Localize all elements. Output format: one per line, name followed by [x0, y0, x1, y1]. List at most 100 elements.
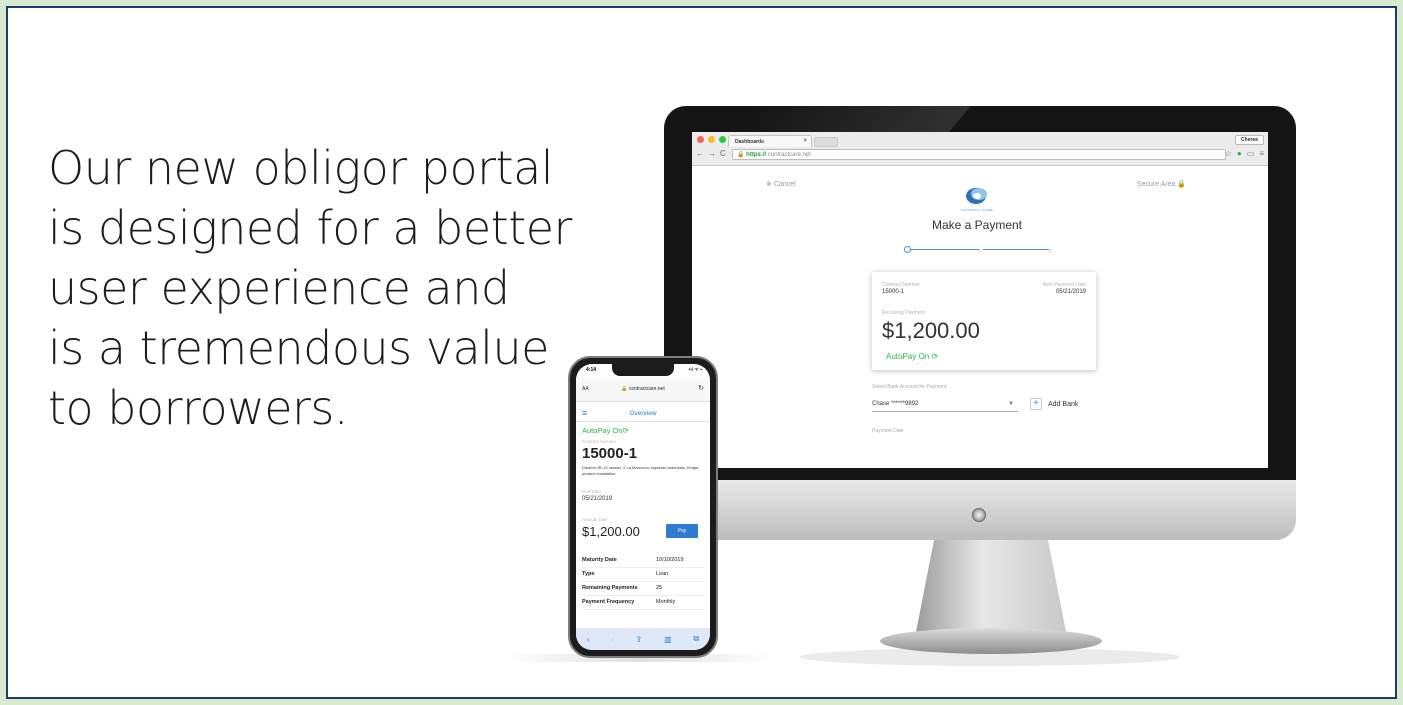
monitor-base	[880, 628, 1102, 654]
pay-button[interactable]: Pay	[666, 524, 698, 538]
due-date-value: 05/21/2019	[582, 496, 613, 502]
step-3: 3	[1049, 248, 1052, 253]
monitor-logo-icon	[972, 508, 986, 522]
back-icon[interactable]: ←	[696, 149, 704, 158]
mobile-autopay-status[interactable]: AutoPay On⟳	[582, 426, 629, 435]
cast-icon[interactable]: ▭	[1247, 149, 1255, 158]
page-title: Make a Payment	[931, 218, 1023, 232]
status-time: 4:14	[586, 367, 597, 373]
recurring-label: Recurring Payment	[882, 310, 925, 316]
reload-icon[interactable]: ↻	[698, 384, 704, 392]
payment-date-label: Payment Date	[872, 428, 904, 434]
autopay-cycle-icon: ⟳	[622, 426, 629, 435]
chevron-down-icon: ▼	[1008, 401, 1014, 407]
cancel-link[interactable]: ⊗ Cancel	[766, 180, 796, 188]
headline: Our new obligor portal is designed for a…	[48, 138, 608, 438]
autopay-status[interactable]: AutoPay On ⟳	[886, 352, 938, 361]
browser-tab[interactable]: Dashboards ×	[728, 135, 812, 147]
add-bank-label: Add Bank	[1048, 400, 1079, 408]
address-bar[interactable]: 🔒 https:// contractcare.net	[732, 149, 1226, 160]
tab-title: Dashboards	[735, 139, 764, 145]
step-2: 2	[978, 248, 981, 253]
mobile-phone: 4:14 •ıl ᯤ ▪ AA 🔒 contractcare.net ↻ ≡ O…	[568, 356, 718, 658]
menu-icon[interactable]: ≡	[1259, 149, 1264, 158]
mobile-contract-value: 15000-1	[582, 445, 638, 462]
mobile-browser-bar: AA 🔒 contractcare.net ↻	[576, 378, 710, 402]
tab-close-icon[interactable]: ×	[803, 138, 807, 144]
maximize-window-icon[interactable]	[719, 136, 726, 143]
amount-due-value: $1,200.00	[582, 524, 640, 539]
detail-value: Monthly	[656, 599, 676, 605]
cancel-label: Cancel	[773, 181, 796, 188]
text-size-button[interactable]: AA	[582, 386, 589, 392]
contract-description: Diedrich IR-12 roaster, 2 La Marzocco es…	[582, 465, 700, 476]
next-payment-value: 05/21/2019	[1055, 289, 1086, 295]
detail-key: Payment Frequency	[582, 599, 635, 605]
next-payment-label: Next Payment Date	[1042, 282, 1086, 288]
browser-nav: ← → C	[696, 149, 726, 158]
forward-icon[interactable]: →	[708, 149, 716, 158]
mobile-address-bar[interactable]: 🔒 contractcare.net	[606, 386, 680, 392]
secure-label: Secure Area	[1136, 181, 1176, 188]
progress-stepper: 2 3	[904, 246, 1054, 254]
due-date-label: Due Date	[582, 489, 602, 494]
minimize-window-icon[interactable]	[708, 136, 715, 143]
detail-row: Maturity Date 10/10/2019	[582, 554, 704, 568]
detail-row: Payment Frequency Monthly	[582, 596, 704, 610]
new-tab-button[interactable]	[814, 137, 838, 147]
detail-key: Remaining Payments	[582, 585, 638, 591]
detail-value: 10/10/2019	[656, 557, 684, 563]
headline-line: Our new obligor portal	[48, 141, 554, 195]
lock-icon: 🔒	[737, 152, 745, 158]
url-scheme: https://	[746, 152, 767, 158]
detail-row: Type Loan	[582, 568, 704, 582]
headline-line: is a tremendous value	[48, 321, 549, 375]
detail-row: Remaining Payments 25	[582, 582, 704, 596]
cancel-icon: ⊗	[766, 181, 772, 188]
mobile-page-title: Overview	[629, 410, 657, 417]
contract-details: Maturity Date 10/10/2019 Type Loan Remaini…	[582, 554, 704, 610]
brand-logo-icon	[966, 188, 987, 204]
amount-due-label: Amount Due	[582, 517, 608, 522]
profile-button[interactable]: Cheree	[1235, 135, 1264, 145]
extension-icon[interactable]: ●	[1237, 149, 1242, 158]
url-host: contractcare.net	[767, 152, 811, 158]
mobile-contract-label: Contract Number	[582, 439, 617, 444]
step-1-active	[904, 246, 911, 253]
payment-card: Contract Number 15000-1 Next Payment Dat…	[872, 272, 1096, 370]
contract-label: Contract Number	[882, 282, 921, 288]
mobile-url: contractcare.net	[628, 386, 665, 392]
star-icon[interactable]: ☆	[1225, 149, 1232, 158]
phone-screen: 4:14 •ıl ᯤ ▪ AA 🔒 contractcare.net ↻ ≡ O…	[576, 364, 710, 650]
recurring-amount: $1,200.00	[882, 318, 980, 343]
detail-key: Type	[582, 571, 595, 577]
secure-area: Secure Area 🔒	[1137, 180, 1186, 188]
back-icon[interactable]: ‹	[587, 635, 590, 644]
plus-icon: +	[1030, 398, 1042, 410]
reload-icon[interactable]: C	[720, 149, 726, 158]
bookmarks-icon[interactable]: ▥	[664, 635, 672, 644]
detail-key: Maturity Date	[582, 557, 617, 563]
brand-name: CONTRACT CARE	[960, 208, 994, 212]
window-controls	[697, 136, 726, 143]
mobile-toolbar: ‹ › ⇪ ▥ ⧉	[576, 628, 710, 650]
desktop-monitor: Dashboards × Cheree ← → C 🔒 https:// con…	[664, 106, 1296, 540]
contract-value: 15000-1	[882, 289, 905, 295]
monitor-stand	[916, 540, 1066, 632]
browser-chrome: Dashboards × Cheree ← → C 🔒 https:// con…	[692, 132, 1268, 166]
payment-page: ⊗ Cancel Secure Area 🔒 CONTRACT CARE Mak…	[692, 166, 1268, 468]
status-icons: •ıl ᯤ ▪	[688, 367, 702, 373]
bank-account-select[interactable]: Chase ******9892 ▼	[872, 398, 1018, 412]
detail-value: 25	[656, 585, 663, 591]
desktop-screen: Dashboards × Cheree ← → C 🔒 https:// con…	[692, 132, 1268, 468]
forward-icon[interactable]: ›	[611, 635, 614, 644]
tabs-icon[interactable]: ⧉	[693, 634, 699, 644]
bank-account-label: Select Bank Account for Payment	[872, 384, 947, 390]
browser-toolbar-icons: ☆ ● ▭ ≡	[1225, 149, 1264, 158]
share-icon[interactable]: ⇪	[636, 635, 643, 644]
close-window-icon[interactable]	[697, 136, 704, 143]
headline-line: to borrowers.	[48, 381, 349, 435]
add-bank-button[interactable]: + Add Bank	[1030, 398, 1078, 410]
bank-account-value: Chase ******9892	[872, 401, 919, 407]
phone-notch	[612, 364, 674, 376]
